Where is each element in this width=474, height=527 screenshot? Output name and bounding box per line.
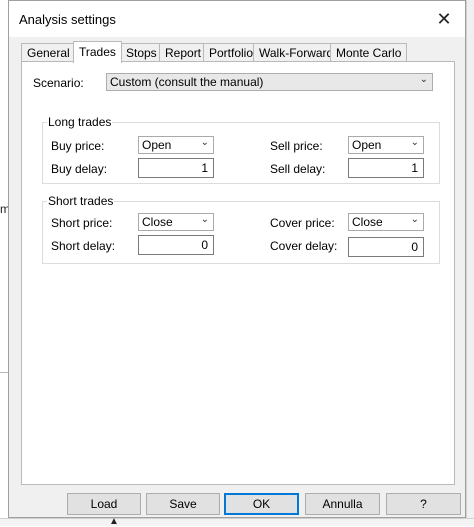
cancel-button[interactable]: Annulla bbox=[305, 493, 380, 515]
background-app-right-edge bbox=[466, 0, 474, 526]
chevron-down-icon: ⌄ bbox=[410, 137, 419, 148]
sell-delay-input[interactable]: 1 bbox=[348, 158, 424, 178]
cover-delay-input[interactable]: 0 bbox=[348, 237, 424, 257]
short-delay-label: Short delay: bbox=[51, 239, 116, 253]
buy-delay-input[interactable]: 1 bbox=[138, 158, 214, 178]
short-trades-title: Short trades bbox=[47, 194, 115, 208]
tab-portfolio[interactable]: Portfolio bbox=[203, 43, 260, 62]
short-price-dropdown[interactable]: Close ⌄ bbox=[138, 213, 214, 231]
buy-delay-label: Buy delay: bbox=[51, 162, 108, 176]
short-price-value: Close bbox=[142, 215, 173, 229]
scenario-value: Custom (consult the manual) bbox=[110, 75, 264, 89]
background-app-bottom-edge bbox=[0, 518, 474, 526]
cover-price-dropdown[interactable]: Close ⌄ bbox=[348, 213, 424, 231]
tab-stops[interactable]: Stops bbox=[120, 43, 163, 62]
cover-price-value: Close bbox=[352, 215, 383, 229]
short-delay-input[interactable]: 0 bbox=[138, 235, 214, 255]
chevron-down-icon: ⌄ bbox=[200, 137, 209, 148]
load-button[interactable]: Load bbox=[67, 493, 141, 515]
tab-trades[interactable]: Trades bbox=[73, 41, 122, 63]
scenario-dropdown[interactable]: Custom (consult the manual) ⌄ bbox=[106, 73, 433, 91]
sell-price-dropdown[interactable]: Open ⌄ bbox=[348, 136, 424, 154]
ok-button[interactable]: OK bbox=[224, 493, 299, 515]
trades-tab-panel: Scenario: Custom (consult the manual) ⌄ … bbox=[21, 61, 455, 485]
sell-delay-label: Sell delay: bbox=[270, 162, 326, 176]
buy-price-label: Buy price: bbox=[51, 139, 105, 153]
save-button[interactable]: Save bbox=[146, 493, 220, 515]
cover-price-label: Cover price: bbox=[270, 216, 335, 230]
close-icon[interactable]: ✕ bbox=[431, 7, 457, 31]
tab-walk-forward[interactable]: Walk-Forward bbox=[253, 43, 340, 62]
tab-general[interactable]: General bbox=[21, 43, 76, 62]
chevron-down-icon: ⌄ bbox=[410, 214, 419, 225]
sell-price-value: Open bbox=[352, 138, 382, 152]
help-button[interactable]: ? bbox=[386, 493, 461, 515]
cover-delay-label: Cover delay: bbox=[270, 239, 338, 253]
long-trades-title: Long trades bbox=[47, 115, 113, 129]
buy-price-dropdown[interactable]: Open ⌄ bbox=[138, 136, 214, 154]
buy-price-value: Open bbox=[142, 138, 172, 152]
background-app-line bbox=[0, 372, 8, 373]
tab-monte-carlo[interactable]: Monte Carlo bbox=[330, 43, 408, 62]
short-price-label: Short price: bbox=[51, 216, 113, 230]
sell-price-label: Sell price: bbox=[270, 139, 323, 153]
dialog-title: Analysis settings bbox=[19, 12, 116, 27]
mouse-cursor-icon: ▲ bbox=[109, 516, 119, 527]
chevron-down-icon: ⌄ bbox=[419, 74, 428, 85]
analysis-settings-dialog: Analysis settings ✕ General Trades Stops… bbox=[8, 0, 466, 518]
chevron-down-icon: ⌄ bbox=[200, 214, 209, 225]
tab-report[interactable]: Report bbox=[159, 43, 208, 62]
dialog-titlebar[interactable]: Analysis settings ✕ bbox=[9, 1, 465, 37]
scenario-label: Scenario: bbox=[33, 76, 84, 90]
